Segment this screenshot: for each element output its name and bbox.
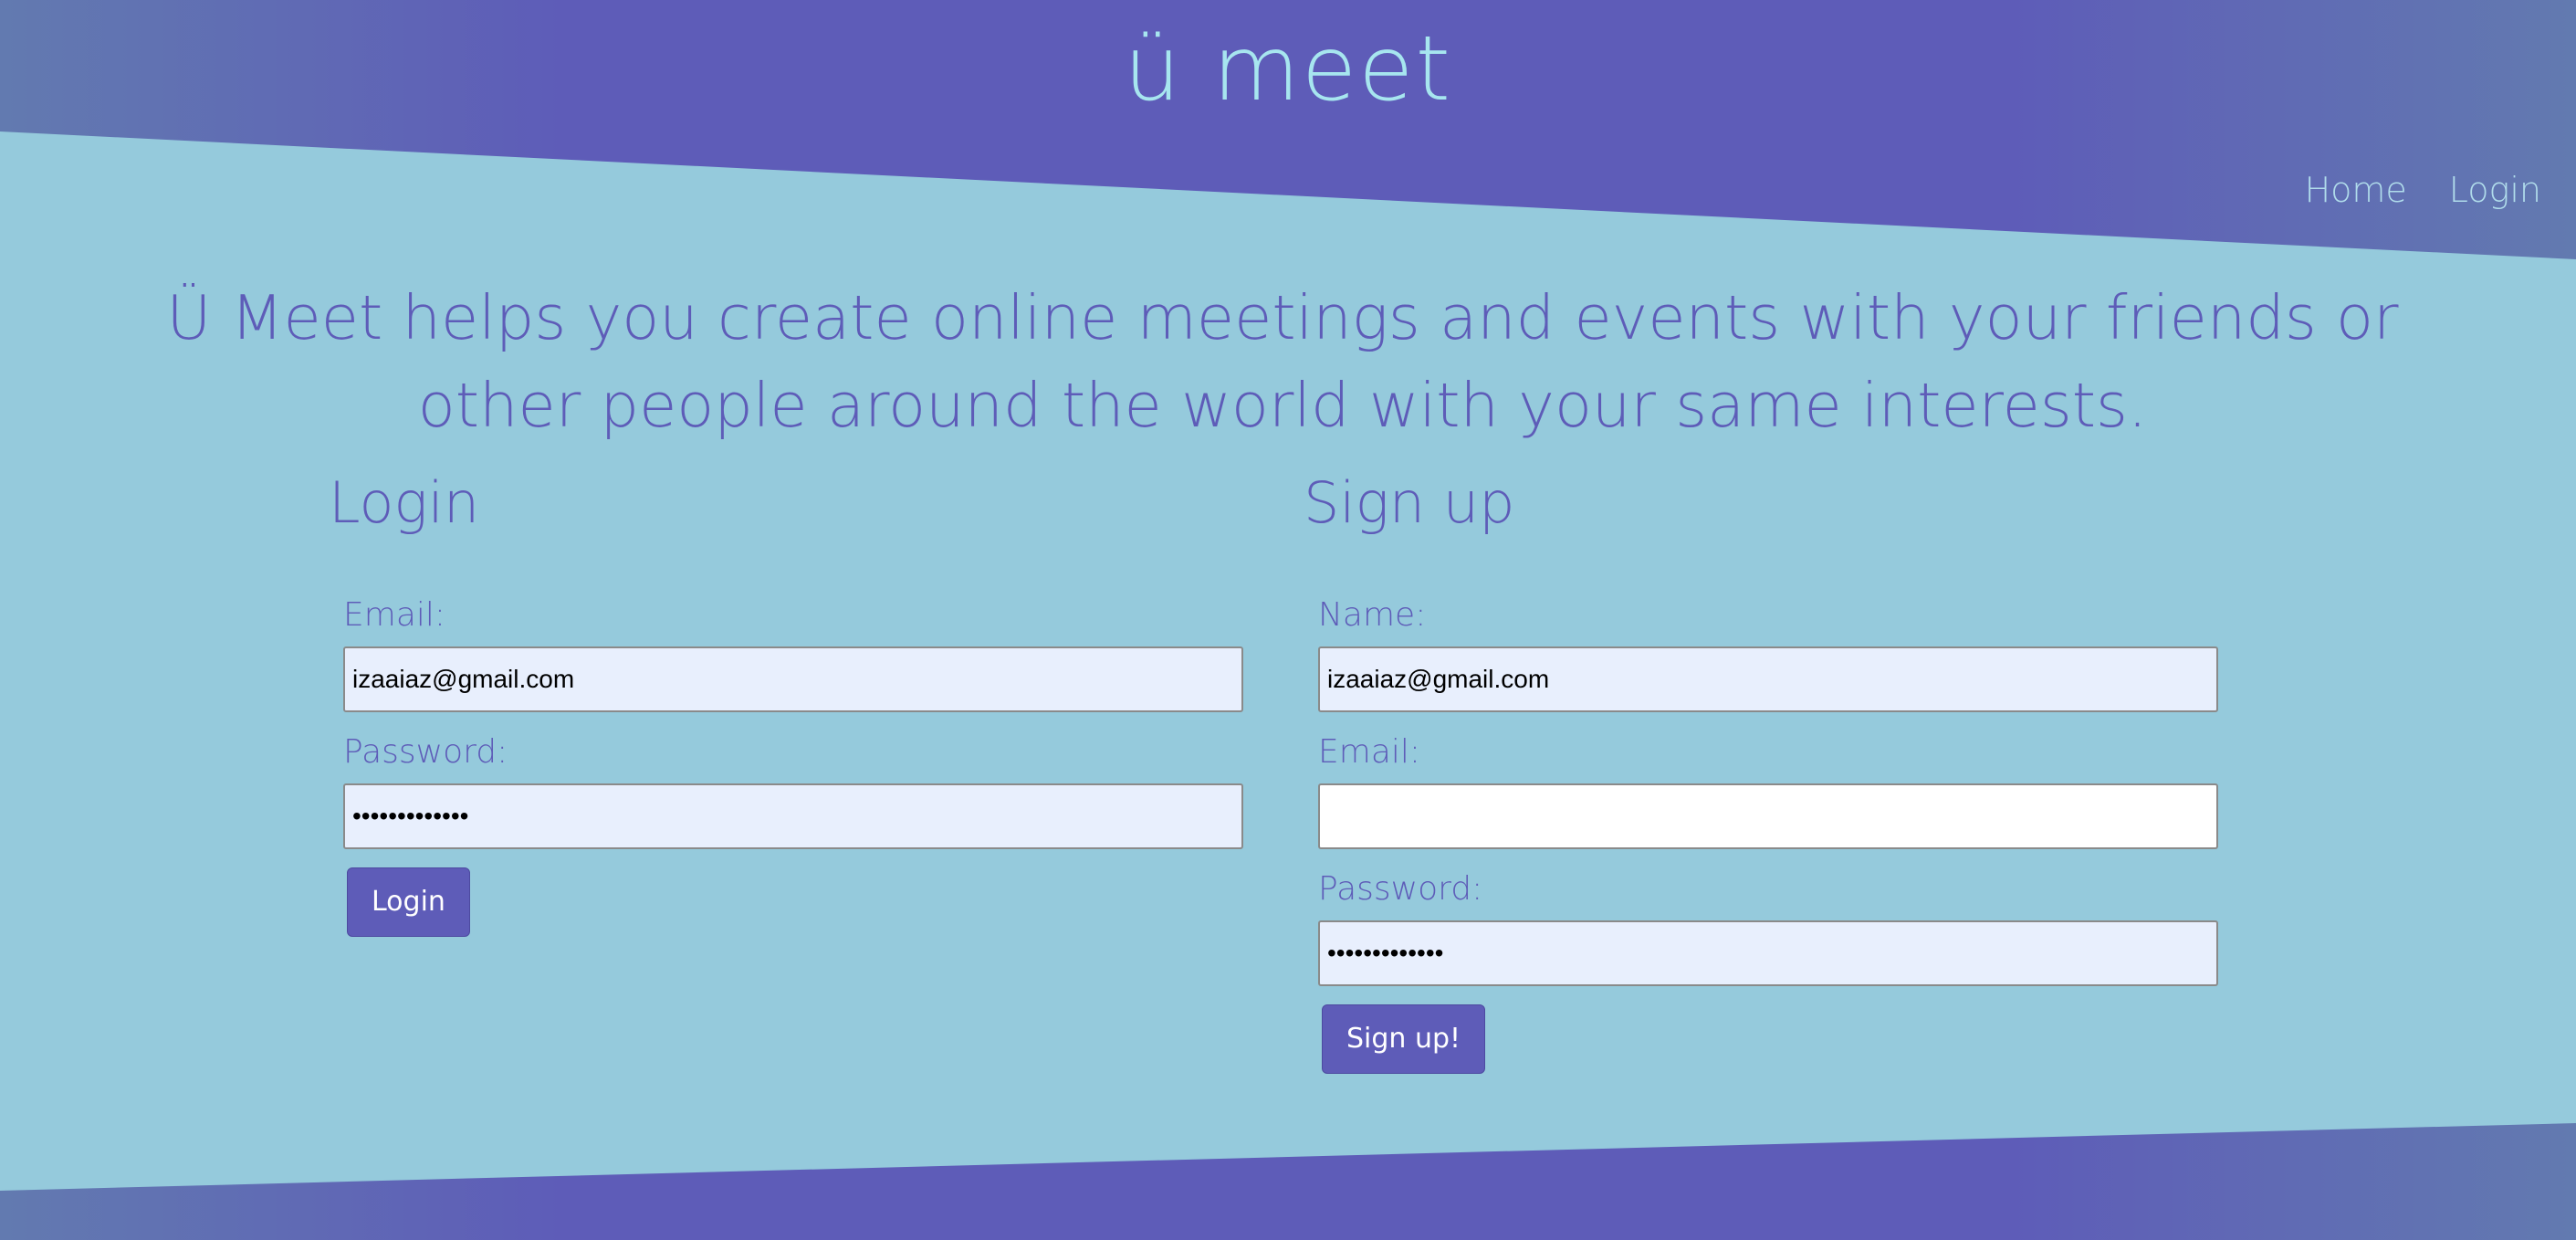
- login-button[interactable]: Login: [347, 867, 470, 937]
- tagline: Ü Meet helps you create online meetings …: [166, 282, 2399, 441]
- nav-home-link[interactable]: Home: [2305, 168, 2407, 212]
- login-email-field-group: Email:: [343, 594, 1243, 712]
- login-email-label: Email:: [343, 596, 446, 634]
- signup-button[interactable]: Sign up!: [1322, 1004, 1486, 1074]
- login-password-field-group: Password:: [343, 730, 1243, 849]
- signup-email-label: Email:: [1318, 733, 1421, 771]
- signup-email-input[interactable]: [1318, 783, 2218, 849]
- signup-password-input[interactable]: [1318, 920, 2218, 986]
- login-email-input[interactable]: [343, 646, 1243, 712]
- signup-section: Sign up Name: Email: Password: Sign up!: [1304, 462, 2218, 1074]
- login-password-input[interactable]: [343, 783, 1243, 849]
- nav-login-link[interactable]: Login: [2449, 168, 2541, 212]
- signup-name-label: Name:: [1318, 596, 1427, 634]
- top-nav: Home Login: [2305, 168, 2541, 212]
- footer-band: [0, 1123, 2576, 1240]
- login-title: Login: [329, 469, 480, 536]
- login-section: Login Email: Password: Login: [329, 462, 1243, 937]
- signup-email-field-group: Email:: [1318, 730, 2218, 849]
- signup-title: Sign up: [1304, 469, 1515, 536]
- signup-name-field-group: Name:: [1318, 594, 2218, 712]
- login-password-label: Password:: [343, 733, 508, 771]
- signup-password-label: Password:: [1318, 870, 1483, 908]
- signup-name-input[interactable]: [1318, 646, 2218, 712]
- site-logo[interactable]: ü meet: [0, 20, 2576, 119]
- signup-password-field-group: Password:: [1318, 867, 2218, 986]
